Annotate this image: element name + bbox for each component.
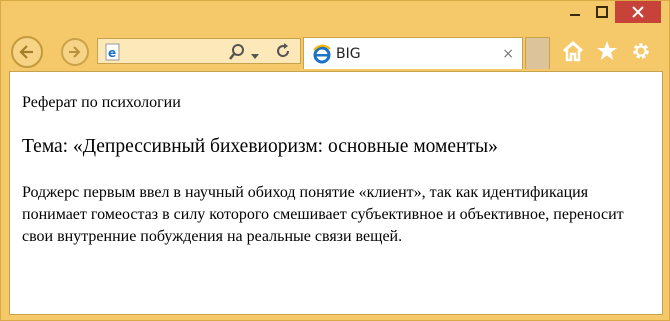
star-icon <box>597 41 617 60</box>
browser-window: e BIG × Реферат по психологии Тема: «Деп… <box>0 0 670 321</box>
gear-icon <box>633 43 649 59</box>
new-tab-button[interactable] <box>525 37 550 69</box>
forward-button[interactable] <box>61 38 89 66</box>
window-caption-buttons <box>561 1 661 23</box>
maximize-icon <box>595 6 608 18</box>
tab-title: BIG <box>336 46 361 62</box>
minimize-icon <box>569 14 580 16</box>
close-icon <box>632 6 644 18</box>
document-topic-heading: Тема: «Депрессивный бихевиоризм: основны… <box>22 136 498 157</box>
svg-text:e: e <box>108 46 116 60</box>
search-icon[interactable] <box>228 43 246 66</box>
arrow-right-icon <box>69 46 81 58</box>
settings-button[interactable] <box>629 39 653 63</box>
back-button[interactable] <box>11 36 43 68</box>
document-label: Реферат по психологии <box>22 94 181 111</box>
arrow-left-icon <box>19 45 33 59</box>
minimize-button[interactable] <box>561 1 588 23</box>
ie-page-icon: e <box>104 43 122 66</box>
refresh-icon[interactable] <box>274 42 292 65</box>
home-icon <box>563 40 583 62</box>
close-window-button[interactable] <box>615 1 661 23</box>
address-bar[interactable]: e <box>97 38 301 64</box>
home-button[interactable] <box>561 39 585 63</box>
favorites-button[interactable] <box>595 39 619 63</box>
tab-close-button[interactable]: × <box>502 46 514 62</box>
ie-logo-icon <box>312 44 332 69</box>
chevron-down-icon[interactable] <box>250 48 260 66</box>
page-content: Реферат по психологии Тема: «Депрессивны… <box>9 71 663 315</box>
maximize-button[interactable] <box>588 1 615 23</box>
browser-tab[interactable]: BIG × <box>303 37 523 69</box>
document-paragraph: Роджерс первым ввел в научный обиход пон… <box>22 184 624 245</box>
navigation-bar: e BIG × <box>1 31 670 71</box>
